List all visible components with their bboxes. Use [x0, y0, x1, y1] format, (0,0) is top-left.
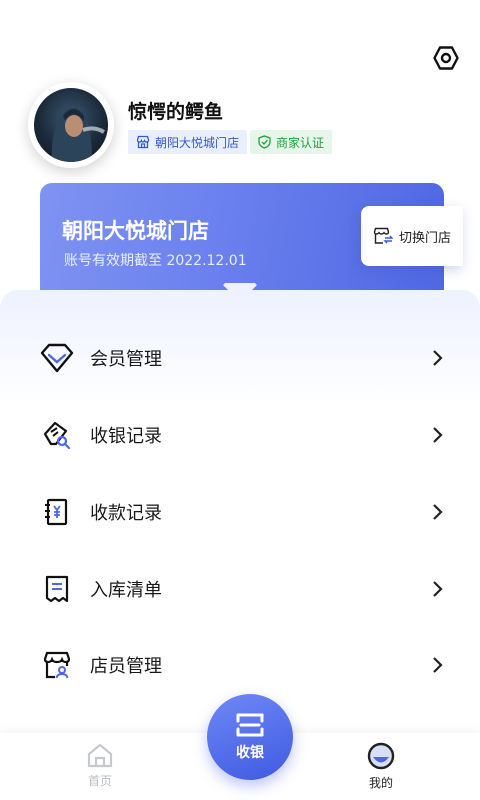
avatar-image: [34, 88, 108, 162]
avatar[interactable]: [28, 82, 114, 168]
home-icon: [87, 743, 113, 768]
store-icon: [136, 135, 150, 149]
staff-store-icon: [40, 648, 74, 682]
certification-badge: 商家认证: [250, 130, 333, 154]
switch-store-button[interactable]: 切换门店: [361, 206, 463, 266]
menu-item-staff-management[interactable]: 店员管理: [0, 635, 480, 695]
menu-item-label: 会员管理: [90, 349, 162, 370]
username: 惊愕的鳄鱼: [128, 101, 224, 123]
store-tag: 朝阳大悦城门店: [128, 130, 248, 154]
settings-hexagon-icon: [433, 46, 459, 70]
chevron-right-icon: [433, 657, 443, 673]
menu-item-label: 收银记录: [90, 426, 162, 447]
store-tag-label: 朝阳大悦城门店: [155, 135, 240, 150]
menu-item-cashier-records[interactable]: 收银记录: [0, 405, 480, 465]
chevron-right-icon: [433, 350, 443, 366]
switch-store-label: 切换门店: [398, 230, 451, 246]
cashier-label: 收银: [236, 745, 264, 761]
tab-home-label: 首页: [87, 774, 112, 788]
panel-notch: [220, 283, 260, 305]
switch-store-icon: [373, 227, 393, 244]
tab-mine[interactable]: 我的: [351, 742, 411, 796]
cashier-button[interactable]: 收银: [207, 694, 293, 780]
tab-home[interactable]: 首页: [70, 742, 130, 796]
scan-icon: [236, 713, 264, 737]
receipt-search-icon: [40, 418, 74, 452]
chevron-right-icon: [433, 581, 443, 597]
store-name: 朝阳大悦城门店: [62, 219, 209, 243]
menu-item-label: 入库清单: [90, 580, 162, 601]
yen-ledger-icon: [40, 495, 74, 529]
account-expire-text: 账号有效期截至 2022.12.01: [64, 253, 247, 269]
mine-smile-icon: [367, 742, 395, 770]
inventory-list-icon: [40, 572, 74, 606]
diamond-icon: [40, 341, 74, 375]
menu-item-inventory-list[interactable]: 入库清单: [0, 559, 480, 619]
tab-mine-label: 我的: [368, 776, 393, 790]
menu-item-member-management[interactable]: 会员管理: [0, 328, 480, 388]
chevron-right-icon: [433, 427, 443, 443]
settings-button[interactable]: [431, 43, 461, 73]
menu-item-label: 收款记录: [90, 503, 162, 524]
shield-icon: [258, 135, 271, 149]
menu-item-payment-records[interactable]: 收款记录: [0, 482, 480, 542]
menu-item-label: 店员管理: [90, 656, 162, 677]
certification-label: 商家认证: [276, 135, 325, 150]
chevron-right-icon: [433, 504, 443, 520]
